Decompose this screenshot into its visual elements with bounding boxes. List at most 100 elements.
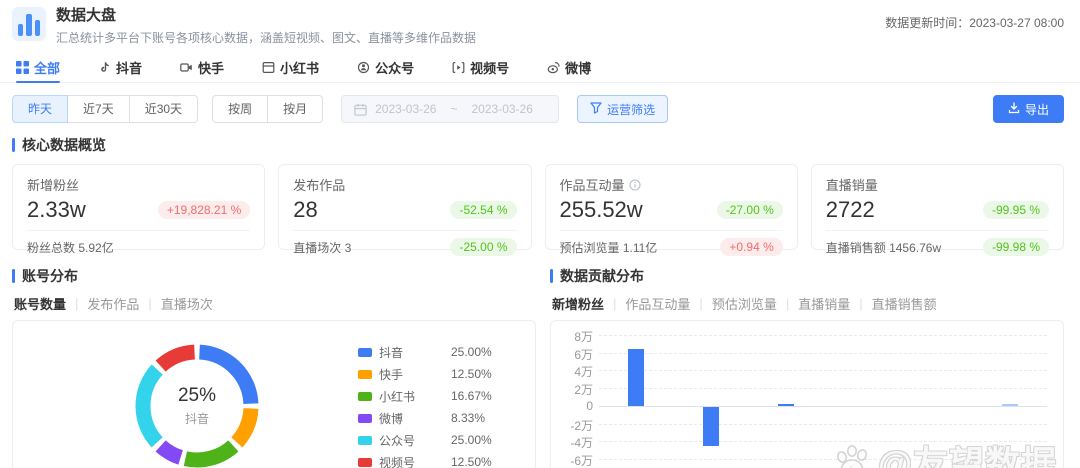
tab-separator: |	[699, 296, 703, 311]
card-label-text: 发布作品	[293, 178, 346, 193]
operation-filter-label: 运营筛选	[607, 102, 656, 117]
account-distribution-section: 账号分布 账号数量 | 发布作品 | 直播场次 25% 抖音 抖音 25.00% 快手 12.…	[12, 266, 536, 468]
account-metric-tab-2[interactable]: 直播场次	[161, 294, 213, 313]
toolbar: 昨天 近7天 近30天 按周 按月 2023-03-26 ~ 2023-03-26 运…	[0, 95, 1080, 123]
donut-chart-panel: 25% 抖音 抖音 25.00% 快手 12.50% 小红书 16.67% 微博 8.33% 公…	[12, 320, 536, 468]
legend-percent: 8.33%	[451, 411, 486, 425]
card-value-row: 255.52w -27.00 %	[560, 197, 783, 223]
card-label: 新增粉丝	[27, 175, 250, 194]
legend-name: 微博	[379, 411, 404, 426]
calendar-icon	[354, 103, 367, 116]
contribution-section: 数据贡献分布 新增粉丝 | 作品互动量 | 预估浏览量 | 直播销量 | 直播销售额 du	[550, 266, 1064, 468]
bar-抖音	[628, 349, 645, 406]
card-value: 2.33w	[27, 197, 86, 222]
y-axis-label: 0	[586, 398, 593, 413]
y-axis-label: -2万	[570, 418, 593, 433]
account-metric-tab-1[interactable]: 发布作品	[87, 294, 139, 313]
platform-tabs: 全部 抖音 快手 小红书 公众号 视频号 微博	[0, 52, 1080, 83]
overview-cards: 新增粉丝 2.33w +19,828.21 % 粉丝总数 5.92亿 发布作品 28 -52…	[12, 164, 1064, 256]
tab-weibo[interactable]: 微博	[547, 52, 591, 83]
tab-kuaishou[interactable]: 快手	[180, 52, 224, 83]
tab-label-all: 全部	[34, 60, 61, 76]
page-title: 数据大盘	[56, 7, 117, 24]
funnel-icon	[590, 101, 602, 117]
card-label: 发布作品	[293, 175, 516, 194]
info-icon[interactable]	[628, 178, 641, 191]
tab-label-weibo: 微博	[565, 60, 592, 76]
card-value-row: 2722 -99.95 %	[826, 197, 1049, 223]
gridline--2万	[599, 423, 1047, 425]
tab-separator: |	[785, 296, 790, 311]
date-start[interactable]: 2023-03-26	[375, 102, 436, 116]
contribution-metric-tab-0[interactable]: 新增粉丝	[552, 294, 604, 313]
card-change-badge: -99.95 %	[982, 201, 1049, 219]
quick-range-button-0[interactable]: 昨天	[12, 95, 69, 123]
tab-shipinhao[interactable]: 视频号	[452, 52, 509, 83]
legend-item-0[interactable]: 抖音 25.00%	[358, 341, 511, 363]
legend-item-2[interactable]: 小红书 16.67%	[358, 385, 511, 407]
legend-marker	[358, 435, 372, 445]
overview-card-2: 作品互动量 255.52w -27.00 % 预估浏览量 1.11亿 +0.94 %	[544, 164, 798, 256]
contribution-metric-tab-4[interactable]: 直播销售额	[872, 294, 937, 313]
paw-icon: du	[832, 441, 874, 468]
legend-marker	[358, 347, 372, 357]
operation-filter-button[interactable]: 运营筛选	[577, 95, 669, 123]
shipinhao-icon	[452, 61, 465, 74]
account-metric-tab-0[interactable]: 账号数量	[14, 294, 66, 313]
date-end[interactable]: 2023-03-26	[472, 102, 533, 116]
tab-douyin[interactable]: 抖音	[98, 52, 142, 83]
legend-marker	[358, 413, 372, 423]
card-footer-text: 直播销售额 1456.76w	[825, 240, 942, 255]
legend-percent: 12.50%	[451, 367, 492, 381]
contribution-metric-tab-1[interactable]: 作品互动量	[625, 294, 690, 313]
card-label-text: 新增粉丝	[27, 178, 80, 193]
legend-name: 小红书	[379, 389, 416, 404]
card-footer: 直播销售额 1456.76w -99.98 %	[825, 230, 1049, 258]
card-footer-badge: -99.98 %	[982, 238, 1049, 256]
period-button-1[interactable]: 按月	[267, 95, 324, 123]
contribution-metric-tab-2[interactable]: 预估浏览量	[712, 294, 777, 313]
tab-label-shipinhao: 视频号	[470, 60, 510, 76]
gridline-8万	[599, 335, 1047, 336]
legend-item-5[interactable]: 视频号 12.50%	[358, 451, 511, 468]
gridline-2万	[599, 388, 1047, 390]
contribution-metric-tab-3[interactable]: 直播销量	[798, 294, 850, 313]
export-button[interactable]: 导出	[992, 95, 1064, 123]
legend-name: 快手	[379, 367, 404, 382]
tab-gongzhonghao[interactable]: 公众号	[357, 52, 414, 83]
tab-label-gongzhonghao: 公众号	[375, 60, 415, 76]
quick-range-button-1[interactable]: 近7天	[67, 95, 130, 123]
card-label-text: 作品互动量	[559, 178, 625, 193]
date-range-picker[interactable]: 2023-03-26 ~ 2023-03-26	[341, 95, 560, 123]
card-label: 作品互动量	[560, 175, 783, 194]
legend-item-4[interactable]: 公众号 25.00%	[358, 429, 511, 451]
card-change-badge: -27.00 %	[716, 201, 783, 219]
overview-section-title: 核心数据概览	[12, 135, 1080, 155]
card-value-row: 28 -52.54 %	[293, 197, 517, 223]
gridline-4万	[599, 370, 1047, 372]
card-value: 2722	[825, 197, 875, 222]
bar-快手	[703, 406, 719, 446]
app-logo-bar-chart-icon	[12, 7, 46, 41]
tab-separator: |	[75, 296, 79, 311]
gridline-0	[599, 405, 1047, 407]
legend-marker	[358, 457, 372, 467]
quick-range-button-2[interactable]: 近30天	[128, 95, 199, 123]
douyin-icon	[98, 61, 111, 74]
legend-item-3[interactable]: 微博 8.33%	[358, 407, 511, 429]
kuaishou-icon	[180, 61, 193, 74]
tab-all[interactable]: 全部	[16, 52, 61, 83]
legend-percent: 25.00%	[451, 433, 492, 447]
card-label: 直播销量	[826, 175, 1049, 194]
donut-legend: 抖音 25.00% 快手 12.50% 小红书 16.67% 微博 8.33% 公众号 25.00…	[358, 341, 511, 468]
card-footer: 粉丝总数 5.92亿	[27, 230, 251, 258]
tab-xiaohongshu[interactable]: 小红书	[262, 52, 319, 83]
legend-marker	[358, 369, 372, 379]
period-button-0[interactable]: 按周	[212, 95, 269, 123]
legend-marker	[358, 391, 372, 401]
legend-item-1[interactable]: 快手 12.50%	[358, 363, 511, 385]
tab-separator: |	[859, 296, 863, 311]
bar-chart-panel: du @友望数据 8万6万4万2万0-2万-4万-6万抖音快手小红书微博公众号视…	[550, 320, 1064, 468]
overview-card-3: 直播销量 2722 -99.95 % 直播销售额 1456.76w -99.98 %	[810, 164, 1064, 256]
legend-percent: 16.67%	[451, 389, 492, 403]
